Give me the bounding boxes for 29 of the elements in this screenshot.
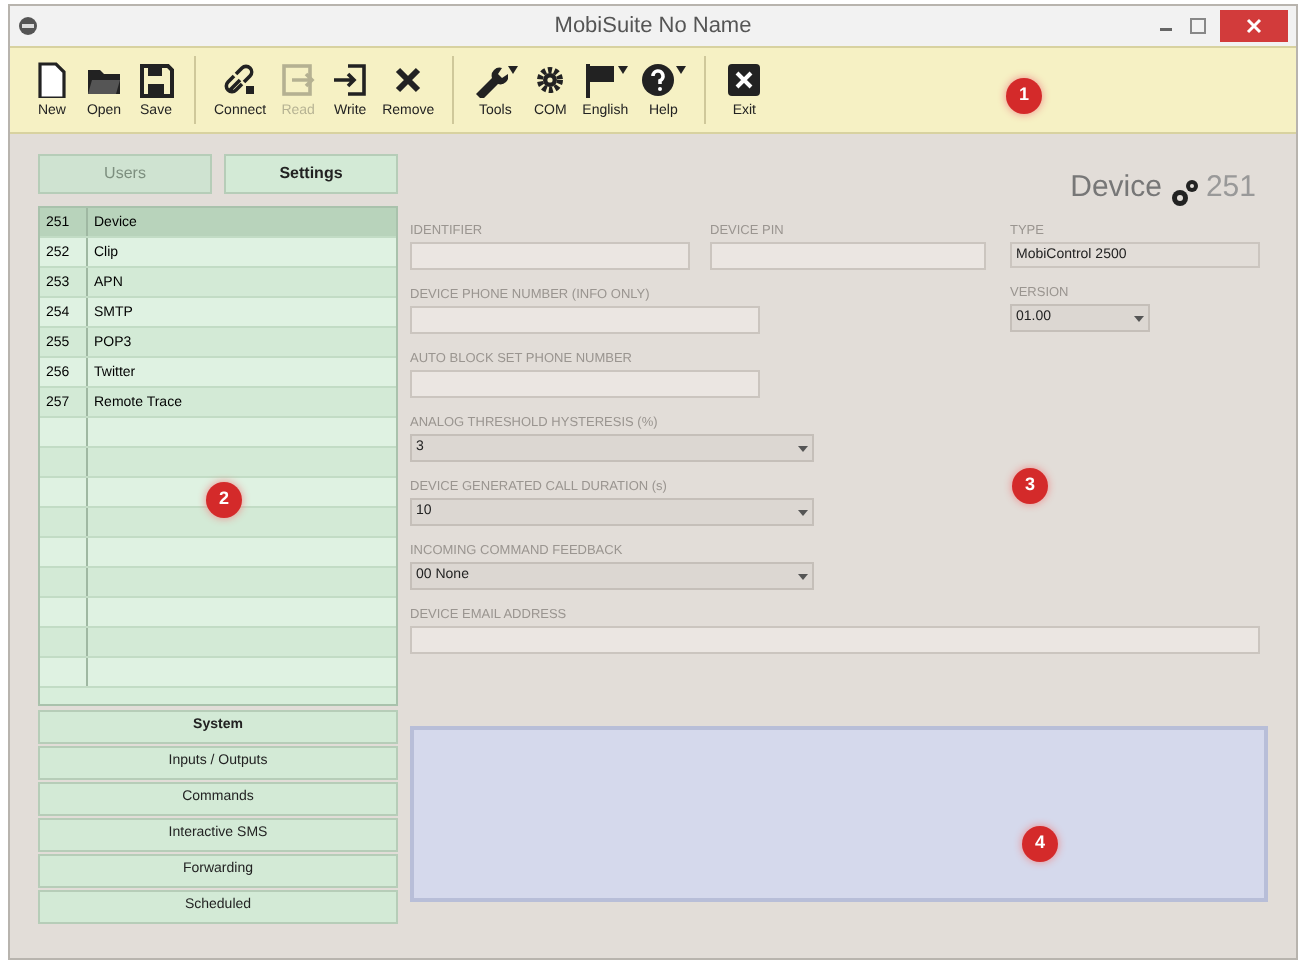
caret-icon: [618, 65, 629, 73]
caret-icon: [508, 65, 519, 73]
app-icon: [18, 16, 38, 36]
text-field[interactable]: [410, 626, 1260, 654]
close-button[interactable]: [1220, 10, 1288, 42]
chain-link-icon: [222, 61, 259, 97]
gears-icon: [1167, 178, 1200, 210]
text-field[interactable]: [410, 306, 760, 334]
caret-icon: [1134, 315, 1144, 321]
text-field[interactable]: [410, 370, 760, 398]
arrow-out-of-box-icon: [280, 61, 317, 97]
caret-icon: [676, 65, 687, 73]
gear-icon: [532, 61, 569, 97]
text-field[interactable]: [710, 242, 986, 270]
exit-icon: [726, 61, 763, 97]
page-icon: [34, 61, 70, 97]
flag-icon: [582, 61, 619, 97]
help-icon: [640, 61, 677, 97]
device-number: 251: [1205, 167, 1256, 207]
window-title: MobiSuite No Name: [554, 11, 752, 42]
arrow-into-box-icon: [332, 61, 369, 97]
caret-icon: [798, 445, 808, 451]
caret-icon: [798, 573, 808, 579]
maximize-icon[interactable]: [1188, 16, 1208, 36]
close-icon[interactable]: [1246, 18, 1262, 34]
device-title: Device: [1070, 167, 1162, 207]
text-field[interactable]: [410, 242, 690, 270]
caret-icon: [798, 509, 808, 515]
tab-button[interactable]: Settings: [224, 154, 398, 194]
